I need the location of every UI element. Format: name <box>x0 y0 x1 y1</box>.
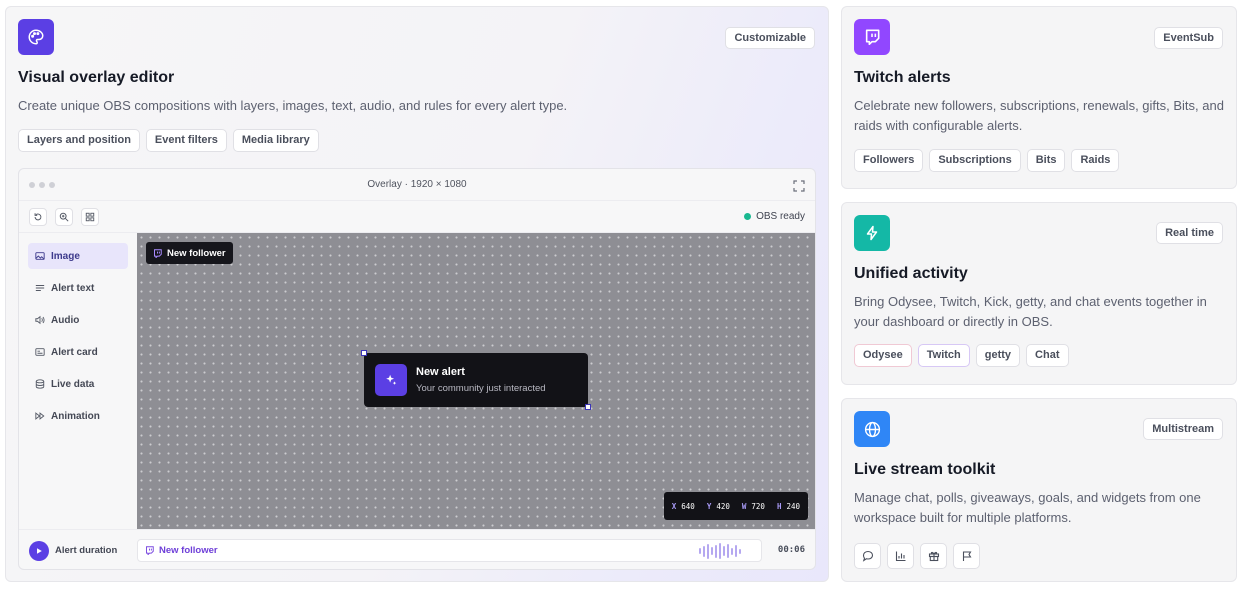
track-label: New follower <box>145 545 218 556</box>
grid-icon[interactable] <box>81 208 99 226</box>
chip-media-library[interactable]: Media library <box>232 129 319 152</box>
play-icon <box>37 548 42 554</box>
alert-preview-card[interactable]: New alert Your community just interacted <box>364 353 588 407</box>
chip-event-filters[interactable]: Event filters <box>145 129 227 152</box>
flag-icon[interactable] <box>953 543 980 569</box>
play-button[interactable] <box>29 541 49 561</box>
chip-getty[interactable]: getty <box>975 344 1021 367</box>
multistream-badge: Multistream <box>1143 418 1223 440</box>
real-time-badge: Real time <box>1156 222 1223 244</box>
new-follower-pill[interactable]: New follower <box>146 242 233 264</box>
chip-chat[interactable]: Chat <box>1026 344 1069 367</box>
audio-waveform <box>699 543 741 559</box>
card-title: Live stream toolkit <box>854 461 996 478</box>
card-description: Manage chat, polls, giveaways, goals, an… <box>854 490 1201 525</box>
timeline-time: 00:06 <box>777 545 805 555</box>
chip-bits[interactable]: Bits <box>1026 149 1066 172</box>
sidebar-item-label: Audio <box>51 314 80 326</box>
card-title: Visual overlay editor <box>18 69 175 86</box>
text-lines-icon <box>35 285 45 291</box>
bar-chart-icon[interactable] <box>887 543 914 569</box>
sparkle-icon <box>375 364 407 396</box>
chip-twitch[interactable]: Twitch <box>917 344 970 367</box>
chip-raids[interactable]: Raids <box>1071 149 1120 172</box>
twitch-icon <box>146 546 154 555</box>
card-description: Bring Odysee, Twitch, Kick, getty, and c… <box>854 294 1207 329</box>
card-title: Twitch alerts <box>854 69 951 86</box>
coord-h: H 240 <box>776 501 800 511</box>
obs-status: OBS ready <box>744 211 805 222</box>
timeline-track[interactable]: New follower <box>137 539 762 562</box>
fast-forward-icon <box>35 412 45 420</box>
card-description: Celebrate new followers, subscriptions, … <box>854 98 1224 133</box>
customizable-badge: Customizable <box>725 27 815 49</box>
sidebar-item-label: Alert text <box>51 282 95 294</box>
unified-activity-card: Real time Unified activity Bring Odysee,… <box>841 202 1237 385</box>
overlay-canvas[interactable]: New follower New alert Your community ju… <box>137 233 815 529</box>
resize-handle-bottom-right[interactable] <box>585 404 591 410</box>
sidebar-item-image[interactable]: Image <box>28 243 128 269</box>
obs-status-label: OBS ready <box>756 211 805 222</box>
expand-icon[interactable] <box>793 179 805 192</box>
coord-x: X 640 <box>671 501 695 511</box>
editor-titlebar: Overlay · 1920 × 1080 <box>19 169 815 201</box>
twitch-icon <box>154 248 162 258</box>
card-title: Unified activity <box>854 265 968 282</box>
sidebar-item-alert-card[interactable]: Alert card <box>28 339 128 365</box>
sidebar-item-live-data[interactable]: Live data <box>28 371 128 397</box>
twitch-alerts-card: EventSub Twitch alerts Celebrate new fol… <box>841 6 1237 189</box>
tool-icons <box>854 543 980 569</box>
card-description: Create unique OBS compositions with laye… <box>18 98 568 113</box>
sidebar-item-label: Alert card <box>51 346 98 358</box>
sidebar-item-animation[interactable]: Animation <box>28 403 128 429</box>
reset-icon[interactable] <box>29 208 47 226</box>
gift-icon[interactable] <box>920 543 947 569</box>
globe-icon <box>854 411 890 447</box>
editor-title: Overlay · 1920 × 1080 <box>367 179 467 190</box>
resize-handle-top-left[interactable] <box>361 350 367 356</box>
sidebar-item-alert-text[interactable]: Alert text <box>28 275 128 301</box>
alert-duration-label: Alert duration <box>55 545 118 556</box>
overlay-editor-window: Overlay · 1920 × 1080 OBS ready Image Al… <box>18 168 816 570</box>
twitch-icon <box>854 19 890 55</box>
database-icon <box>35 379 45 389</box>
chip-odysee[interactable]: Odysee <box>854 344 912 367</box>
image-icon <box>35 252 45 260</box>
live-stream-toolkit-card: Multistream Live stream toolkit Manage c… <box>841 398 1237 582</box>
sidebar-item-label: Animation <box>51 410 100 422</box>
zoom-icon[interactable] <box>55 208 73 226</box>
card-icon <box>35 348 45 356</box>
chip-layers-and-position[interactable]: Layers and position <box>18 129 140 152</box>
alert-title: New alert <box>416 366 465 378</box>
follow-pill-label: New follower <box>167 247 226 259</box>
palette-icon <box>18 19 54 55</box>
platform-chips: Odysee Twitch getty Chat <box>854 344 1069 367</box>
coord-y: Y 420 <box>706 501 730 511</box>
chip-subscriptions[interactable]: Subscriptions <box>929 149 1021 172</box>
layer-sidebar: Image Alert text Audio Alert card Live d… <box>19 233 137 529</box>
sidebar-item-label: Image <box>51 250 80 262</box>
sidebar-item-audio[interactable]: Audio <box>28 307 128 333</box>
coord-w: W 720 <box>741 501 765 511</box>
lightning-icon <box>854 215 890 251</box>
chat-bubble-icon[interactable] <box>854 543 881 569</box>
speaker-icon <box>35 315 45 325</box>
sidebar-item-label: Live data <box>51 378 95 390</box>
position-readout: X 640 Y 420 W 720 H 240 <box>663 492 808 520</box>
alert-subtitle: Your community just interacted <box>416 383 546 394</box>
timeline-footer: Alert duration New follower 00:06 <box>19 529 815 569</box>
feature-chips: Layers and position Event filters Media … <box>18 129 319 152</box>
chip-followers[interactable]: Followers <box>854 149 924 172</box>
status-dot <box>744 213 752 220</box>
editor-toolbar: OBS ready <box>19 201 815 233</box>
feature-chips: Followers Subscriptions Bits Raids <box>854 149 1120 172</box>
eventsub-badge: EventSub <box>1154 27 1223 49</box>
